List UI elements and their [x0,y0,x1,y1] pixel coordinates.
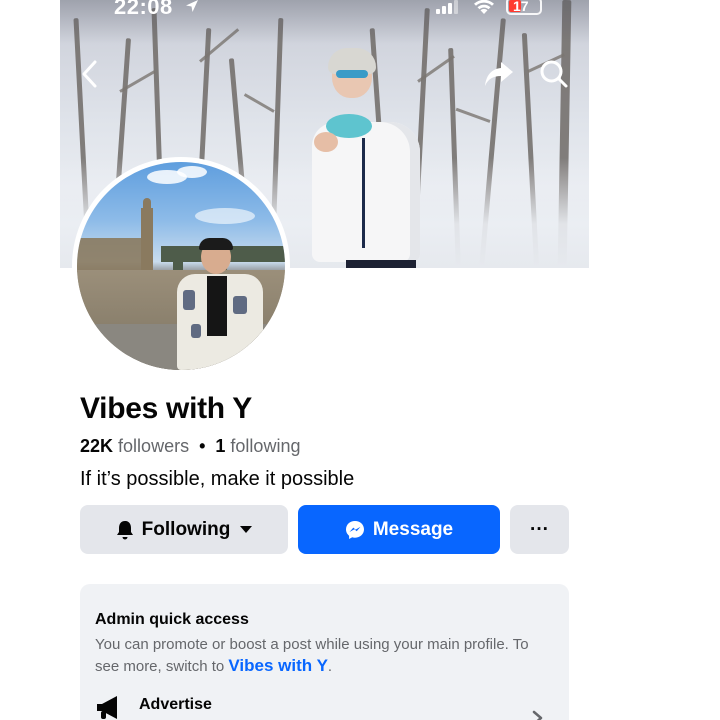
stats-separator: • [199,436,206,456]
switch-profile-link[interactable]: Vibes with Y [228,656,328,675]
profile-name: Vibes with Y [80,392,253,425]
status-time: 22:08 [114,0,173,19]
signal-icon [436,0,460,14]
search-button[interactable] [538,60,570,92]
share-button[interactable] [482,60,516,92]
wifi-icon [472,0,496,15]
back-button[interactable] [76,60,104,92]
bell-icon [116,520,134,540]
advertise-label[interactable]: Advertise [139,696,212,714]
following-label: following [230,436,301,456]
following-button-label: Following [141,518,231,540]
followers-count: 22K [80,436,114,456]
message-button-label: Message [372,518,454,540]
messenger-icon [345,520,365,540]
profile-screen: 22:08 17 Vibes with Y 22K followers • 1 … [0,0,720,720]
following-button[interactable]: Following [80,505,288,554]
megaphone-icon [95,694,125,720]
more-options-label: ··· [530,518,549,540]
profile-bio: If it’s possible, make it possible [80,468,355,490]
battery-icon: 17 [506,0,542,15]
location-arrow-icon [184,0,200,14]
message-button[interactable]: Message [298,505,500,554]
caret-down-icon [240,525,253,534]
chevron-right-icon[interactable] [530,710,546,720]
following-count: 1 [215,436,226,456]
following-link[interactable]: 1 following [215,436,300,456]
followers-link[interactable]: 22K followers [80,436,189,456]
admin-card-description: You can promote or boost a post while us… [95,634,535,677]
followers-label: followers [118,436,190,456]
more-options-button[interactable]: ··· [510,505,569,554]
status-bar: 22:08 17 [60,0,589,20]
admin-card-title: Admin quick access [95,611,249,628]
profile-stats: 22K followers • 1 following [80,436,300,457]
chevron-left-icon [80,59,100,94]
battery-level: 17 [513,0,529,14]
share-arrow-icon [483,60,515,93]
admin-card-period: . [327,658,333,675]
profile-avatar[interactable] [72,157,290,375]
admin-quick-access-card: Admin quick access You can promote or bo… [80,584,569,720]
search-icon [539,59,569,94]
